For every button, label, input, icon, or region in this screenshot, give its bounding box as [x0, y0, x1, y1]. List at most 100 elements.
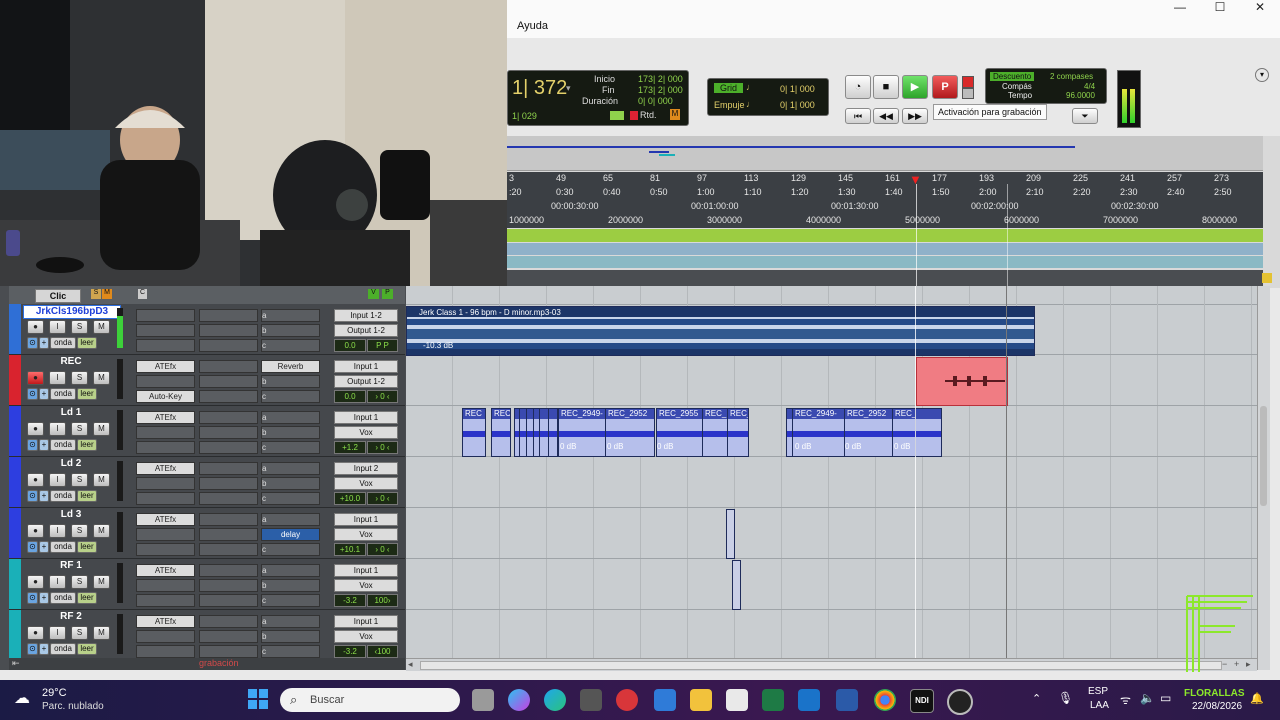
pan-value[interactable]: 100› [367, 594, 398, 607]
counter-menu-icon[interactable]: ▾ [566, 83, 571, 94]
expand-icon[interactable]: ⇤ [12, 658, 20, 669]
horizontal-scrollbar[interactable]: ◂ − + ▸ [406, 658, 1257, 671]
insert-slot-b[interactable] [136, 426, 195, 439]
send-slot-c[interactable]: c [261, 594, 320, 607]
insert-slot-b[interactable] [136, 630, 195, 643]
send-slot-b[interactable]: b [261, 579, 320, 592]
record-enable-button[interactable]: ● [27, 575, 44, 589]
insert-slot-f[interactable] [199, 594, 258, 607]
excel-icon[interactable] [762, 689, 784, 711]
track-view-selector[interactable]: onda [50, 592, 76, 604]
search-box[interactable]: ⌕ Buscar [280, 688, 460, 712]
pan-value[interactable]: › 0 ‹ [367, 390, 398, 403]
insert-slot-f[interactable] [199, 390, 258, 403]
beat-clip-gain[interactable]: -10.3 dB [423, 341, 453, 350]
mute-button[interactable]: M [93, 575, 110, 589]
track-view-selector[interactable]: onda [50, 541, 76, 553]
weather-desc[interactable]: Parc. nublado [42, 701, 104, 712]
clip-gain[interactable]: 0 dB [607, 442, 623, 451]
edge-icon[interactable] [544, 689, 566, 711]
lang-layout[interactable]: LAA [1090, 700, 1109, 711]
playlist-icon[interactable]: + [39, 541, 49, 553]
send-slot-b[interactable]: b [261, 426, 320, 439]
track-options-icon[interactable]: ⊙ [27, 490, 38, 502]
wifi-icon[interactable]: ᯤ [1120, 691, 1131, 708]
automation-mode[interactable]: leer [77, 490, 97, 502]
track-color-bar[interactable] [9, 406, 21, 456]
bars-ruler[interactable]: 3 49 65 81 97 113 129 145 161 177 193 209 225 241 257 2… [507, 172, 1263, 186]
track-name[interactable]: REC [23, 356, 119, 368]
playlist-icon[interactable]: + [39, 337, 49, 349]
mute-button[interactable]: M [93, 473, 110, 487]
clip-gain[interactable]: 0 dB [657, 442, 673, 451]
solo-button[interactable]: S [71, 575, 88, 589]
minimize-button[interactable]: — [1160, 0, 1200, 14]
track-options-icon[interactable]: ⊙ [27, 592, 38, 604]
volume-value[interactable]: +10.0 [334, 492, 366, 505]
insert-slot-a[interactable]: ATEfx [136, 411, 195, 424]
click-track-name[interactable]: Clic [35, 289, 81, 303]
output-selector[interactable]: Vox [334, 528, 398, 541]
playlist-icon[interactable]: + [39, 439, 49, 451]
transport-menu-icon[interactable]: ▾ [1255, 68, 1269, 82]
insert-slot-e[interactable] [199, 426, 258, 439]
input-selector[interactable]: Input 1 [334, 411, 398, 424]
output-selector[interactable]: Vox [334, 630, 398, 643]
track-options-icon[interactable]: ⊙ [27, 388, 38, 400]
track-view-selector[interactable]: onda [50, 490, 76, 502]
track-lane[interactable] [406, 610, 1257, 661]
insert-slot-a[interactable]: ATEfx [136, 513, 195, 526]
countoff-label[interactable]: Descuento [990, 72, 1035, 81]
send-slot-c[interactable]: c [261, 441, 320, 454]
send-slot-c[interactable]: c [261, 390, 320, 403]
meter-value[interactable]: 4/4 [1084, 82, 1095, 91]
fast-forward-button[interactable]: ▶▶ [902, 108, 928, 124]
insert-slot-f[interactable] [199, 543, 258, 556]
output-selector[interactable]: Vox [334, 426, 398, 439]
grid-value[interactable]: 0| 1| 000 [780, 84, 815, 94]
track-lane[interactable] [406, 559, 1257, 610]
m-icon[interactable]: M [670, 109, 680, 120]
store-icon[interactable] [726, 689, 748, 711]
automation-mode[interactable]: leer [77, 541, 97, 553]
send-slot-c[interactable]: c [261, 543, 320, 556]
menu-help[interactable]: Ayuda [517, 20, 548, 32]
record-enable-button[interactable]: ● [27, 473, 44, 487]
ld1-audio-clip[interactable]: REC_ [702, 408, 728, 457]
solo-button[interactable]: S [71, 422, 88, 436]
volume-value[interactable]: -3.2 [334, 645, 366, 658]
insert-slot-d[interactable] [199, 360, 258, 373]
ld1-audio-clip[interactable]: REC [491, 408, 511, 457]
main-counter[interactable]: 1| 372 [512, 77, 567, 100]
rec-clip[interactable] [916, 357, 1008, 406]
insert-slot-d[interactable] [199, 615, 258, 628]
track-options-icon[interactable]: ⊙ [27, 643, 38, 655]
track-color-bar[interactable] [9, 559, 21, 609]
output-selector[interactable]: Output 1-2 [334, 375, 398, 388]
pan-value[interactable]: P P [367, 339, 398, 352]
start-value[interactable]: 173| 2| 000 [638, 74, 683, 84]
track-options-icon[interactable]: ⊙ [27, 439, 38, 451]
insert-slot-c[interactable] [136, 339, 195, 352]
tempo-tool-icon[interactable]: ⏷ [1072, 108, 1098, 124]
insert-slot-b[interactable] [136, 324, 195, 337]
clip-gain[interactable]: 0 dB [795, 442, 811, 451]
send-slot-a[interactable]: a [261, 564, 320, 577]
play-button[interactable]: ▶ [902, 75, 928, 99]
output-selector[interactable]: Output 1-2 [334, 324, 398, 337]
insert-slot-e[interactable] [199, 324, 258, 337]
duration-value[interactable]: 0| 0| 000 [638, 96, 673, 106]
minsecs-ruler[interactable]: :20 0:30 0:40 0:50 1:00 1:10 1:20 1:30 1:40 1:50 2… [507, 186, 1263, 200]
track-lane[interactable] [406, 508, 1257, 559]
insert-slot-d[interactable] [199, 411, 258, 424]
ld1-audio-clip[interactable] [548, 408, 558, 457]
rf1-clip[interactable] [732, 560, 741, 610]
record-mode-icon[interactable] [962, 76, 974, 88]
volume-icon[interactable]: 🔈 [1140, 691, 1155, 705]
insert-slot-d[interactable] [199, 564, 258, 577]
insert-slot-b[interactable] [136, 477, 195, 490]
word-icon[interactable] [836, 689, 858, 711]
insert-slot-a[interactable]: ATEfx [136, 615, 195, 628]
copilot-icon[interactable] [508, 689, 530, 711]
input-monitor-button[interactable]: I [49, 626, 66, 640]
